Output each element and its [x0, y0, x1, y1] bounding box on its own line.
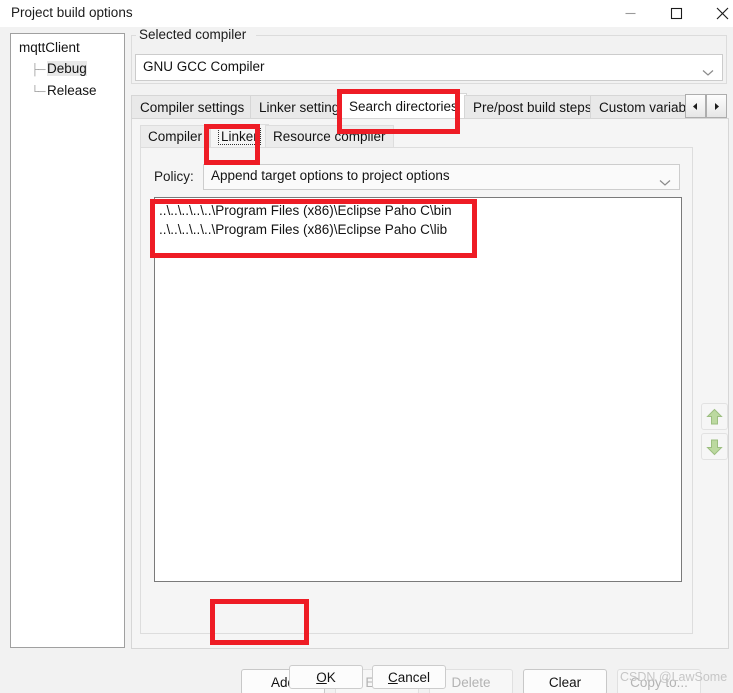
dialog-content: mqttClient ├─ Debug └─ Release Selected co… [0, 27, 733, 693]
policy-label: Policy: [154, 169, 194, 184]
selected-compiler-legend: Selected compiler [139, 27, 247, 42]
inner-tab-resource-compiler[interactable]: Resource compiler [265, 125, 394, 148]
selected-compiler-group: Selected compiler GNU GCC Compiler [131, 27, 727, 84]
tree-item-release-label: Release [47, 83, 97, 98]
cancel-label-rest: ancel [397, 669, 431, 685]
project-build-options-dialog: Project build options mqttClient ├─ Debug… [0, 0, 733, 693]
tab-search-directories[interactable]: Search directories [340, 93, 467, 119]
ok-mnemonic: O [316, 669, 327, 685]
tree-branch-icon: └─ [31, 86, 46, 98]
list-item[interactable]: ..\..\..\..\..\Program Files (x86)\Eclip… [159, 203, 452, 218]
move-down-icon[interactable] [701, 433, 728, 460]
tab-scroll-right-icon[interactable] [706, 94, 727, 118]
minimize-icon[interactable] [608, 0, 653, 27]
chevron-down-icon [702, 64, 714, 82]
tab-pre-post-build-steps[interactable]: Pre/post build steps [464, 95, 601, 119]
tree-item-debug[interactable]: ├─ Debug [29, 61, 89, 76]
tab-scroll-buttons [685, 94, 727, 118]
build-options-tabstrip: Compiler settings Linker settings Search… [131, 93, 727, 119]
directory-list[interactable]: ..\..\..\..\..\Program Files (x86)\Eclip… [154, 197, 682, 582]
tree-item-debug-label: Debug [47, 61, 87, 76]
tree-root-label[interactable]: mqttClient [19, 40, 80, 55]
inner-tab-linker-label: Linker [218, 127, 261, 145]
move-up-icon[interactable] [701, 403, 728, 430]
close-icon[interactable] [700, 0, 733, 27]
build-target-tree[interactable]: mqttClient ├─ Debug └─ Release [10, 33, 125, 648]
linker-directories-panel: Policy: Append target options to project… [140, 147, 728, 693]
search-directories-tabstrip: Compiler Linker Resource compiler [140, 124, 720, 148]
tree-item-release[interactable]: └─ Release [29, 83, 99, 98]
cancel-button[interactable]: Cancel [372, 665, 446, 689]
list-item[interactable]: ..\..\..\..\..\Program Files (x86)\Eclip… [159, 222, 447, 237]
reorder-buttons [701, 403, 729, 460]
compiler-select-value: GNU GCC Compiler [143, 59, 265, 74]
inner-tab-linker[interactable]: Linker [210, 124, 269, 148]
window-titlebar: Project build options [0, 0, 733, 28]
watermark: CSDN @LawSome [620, 670, 728, 684]
search-directories-page: Compiler Linker Resource compiler Policy… [131, 118, 729, 693]
chevron-down-icon [659, 174, 671, 192]
inner-tab-compiler[interactable]: Compiler [140, 125, 211, 148]
policy-select[interactable]: Append target options to project options [203, 164, 680, 190]
tab-scroll-left-icon[interactable] [685, 94, 706, 118]
policy-select-value: Append target options to project options [211, 168, 450, 183]
cancel-mnemonic: C [387, 669, 398, 685]
ok-label-rest: K [326, 669, 336, 685]
tree-branch-icon: ├─ [31, 64, 46, 76]
compiler-select[interactable]: GNU GCC Compiler [135, 54, 723, 81]
ok-button[interactable]: OK [289, 665, 363, 689]
window-title: Project build options [11, 5, 133, 20]
dialog-footer: OK Cancel CSDN @LawSome [0, 665, 733, 693]
tab-compiler-settings[interactable]: Compiler settings [131, 95, 254, 119]
options-panel: Selected compiler GNU GCC Compiler Compi… [131, 27, 729, 693]
maximize-icon[interactable] [654, 0, 699, 27]
